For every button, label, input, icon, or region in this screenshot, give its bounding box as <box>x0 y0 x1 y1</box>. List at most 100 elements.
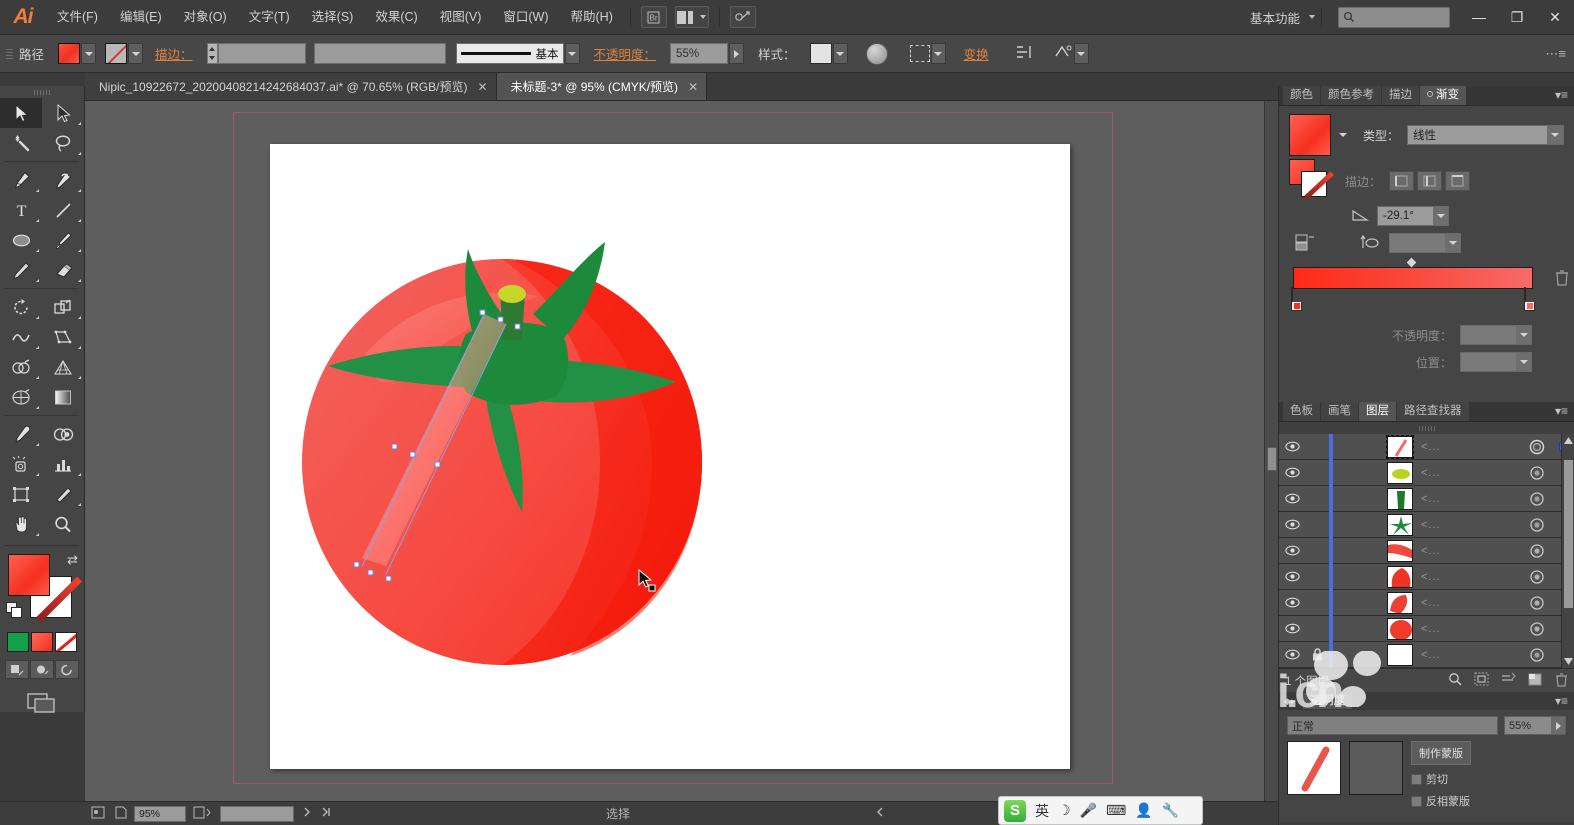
gradient-ramp[interactable] <box>1293 267 1533 289</box>
canvas-vertical-scrollbar[interactable] <box>1264 101 1278 801</box>
fill-stroke-gradient-toggle[interactable] <box>1289 159 1329 199</box>
stroke-swatch[interactable] <box>105 43 128 64</box>
opacity-dropdown[interactable] <box>729 43 745 64</box>
table-row[interactable]: <... <box>1279 459 1574 486</box>
document-tab-2[interactable]: 未标题-3* @ 95% (CMYK/预览) ✕ <box>496 73 708 100</box>
column-graph-tool[interactable] <box>42 449 84 479</box>
ellipse-tool[interactable] <box>0 225 42 255</box>
draw-inside-icon[interactable] <box>55 660 79 679</box>
make-mask-button[interactable]: 制作蒙版 <box>1411 741 1471 765</box>
visibility-icon[interactable] <box>1279 519 1305 530</box>
layer-name[interactable]: <... <box>1421 649 1522 661</box>
menu-effect[interactable]: 效果(C) <box>364 0 428 35</box>
panel-menu-icon[interactable]: ▾≡ <box>1555 693 1568 709</box>
chevron-right-icon[interactable] <box>1551 717 1565 734</box>
rotate-tool[interactable] <box>0 292 42 322</box>
visibility-icon[interactable] <box>1279 441 1305 452</box>
tab-swatches[interactable]: 色板 <box>1283 402 1320 421</box>
style-dropdown[interactable] <box>832 43 848 64</box>
menu-view[interactable]: 视图(V) <box>429 0 493 35</box>
control-bar-grip[interactable] <box>6 42 15 66</box>
type-tool[interactable]: T <box>0 195 42 225</box>
gradient-aspect-field[interactable] <box>1389 233 1461 253</box>
target-icon[interactable] <box>1522 491 1552 507</box>
chevron-down-icon[interactable] <box>1445 234 1460 252</box>
magic-wand-tool[interactable] <box>0 128 42 158</box>
table-row[interactable]: <... <box>1279 511 1574 538</box>
tab-gradient[interactable]: 渐变 <box>1420 86 1466 105</box>
arrange-documents-icon[interactable] <box>674 6 709 28</box>
shaper-tool[interactable] <box>0 255 42 285</box>
scale-tool[interactable] <box>42 292 84 322</box>
stroke-weight-field[interactable] <box>217 43 306 64</box>
recolor-artwork-icon[interactable] <box>865 42 888 65</box>
menu-type[interactable]: 文字(T) <box>238 0 301 35</box>
target-icon[interactable] <box>1522 543 1552 559</box>
artboard-nav-icons[interactable] <box>193 806 213 822</box>
table-row[interactable]: <... <box>1279 641 1574 668</box>
scroll-down-icon[interactable] <box>1562 655 1574 668</box>
hand-tool[interactable] <box>0 509 42 539</box>
tab-brushes[interactable]: 画笔 <box>1321 402 1358 421</box>
gradient-tool[interactable] <box>42 382 84 412</box>
gradient-angle-field[interactable]: -29.1° <box>1377 206 1449 226</box>
selection-tool[interactable] <box>0 98 42 128</box>
brush-definition-field[interactable]: 基本 <box>455 43 564 64</box>
layers-scrollbar[interactable] <box>1561 434 1574 668</box>
menu-file[interactable]: 文件(F) <box>46 0 109 35</box>
table-row[interactable]: <... <box>1279 615 1574 642</box>
opacity-label[interactable]: 不透明度： <box>594 44 657 63</box>
layer-name[interactable]: <... <box>1421 545 1522 557</box>
reverse-gradient-icon[interactable] <box>1289 233 1323 253</box>
layer-name[interactable]: <... <box>1421 519 1522 531</box>
visibility-icon[interactable] <box>1279 545 1305 556</box>
close-icon[interactable]: ✕ <box>477 80 487 94</box>
swap-fill-stroke-icon[interactable]: ⇄ <box>67 552 78 568</box>
visibility-icon[interactable] <box>1279 623 1305 634</box>
gradient-stop-end[interactable] <box>1524 287 1535 311</box>
menu-object[interactable]: 对象(O) <box>173 0 238 35</box>
tab-pathfinder[interactable]: 路径查找器 <box>1397 402 1469 421</box>
delete-layer-icon[interactable] <box>1555 672 1568 690</box>
eyedropper-tool[interactable] <box>0 419 42 449</box>
mask-thumbnail[interactable] <box>1349 741 1403 795</box>
chevron-down-icon[interactable] <box>1516 326 1531 344</box>
color-mode-solid[interactable] <box>7 632 29 652</box>
last-page-icon[interactable] <box>320 806 332 821</box>
draw-normal-icon[interactable] <box>5 660 29 679</box>
sogou-logo-icon[interactable]: S <box>1004 799 1026 822</box>
prev-page-icon[interactable] <box>113 806 127 822</box>
visibility-icon[interactable] <box>1279 649 1305 660</box>
target-icon[interactable] <box>1522 569 1552 585</box>
user-icon[interactable]: 👤 <box>1135 802 1152 819</box>
stroke-across-icon[interactable] <box>1445 171 1470 191</box>
workspace-chevron-down-icon[interactable] <box>1309 15 1315 19</box>
visibility-icon[interactable] <box>1279 571 1305 582</box>
artboard-number-field[interactable] <box>220 805 294 822</box>
free-transform-tool[interactable] <box>42 322 84 352</box>
transform-link[interactable]: 变换 <box>964 44 989 63</box>
pen-tool[interactable] <box>0 165 42 195</box>
tab-layers[interactable]: 图层 <box>1359 402 1396 421</box>
moon-icon[interactable]: ☽ <box>1058 802 1071 819</box>
tab-color-guide[interactable]: 颜色参考 <box>1321 86 1381 105</box>
minimize-button[interactable]: — <box>1460 0 1498 35</box>
tab-color[interactable]: 颜色 <box>1283 86 1320 105</box>
clip-checkbox-row[interactable]: 剪切 <box>1411 771 1471 787</box>
draw-behind-icon[interactable] <box>30 660 54 679</box>
document-tab-1[interactable]: Nipic_10922672_20200408214242684037.ai* … <box>85 73 497 100</box>
layer-name[interactable]: <... <box>1421 571 1522 583</box>
align-icon[interactable] <box>1015 44 1035 63</box>
make-clipping-mask-icon[interactable] <box>1474 672 1489 689</box>
scrollbar-thumb[interactable] <box>1267 447 1277 471</box>
stroke-along-icon[interactable] <box>1417 171 1442 191</box>
fill-dropdown[interactable] <box>81 43 97 64</box>
table-row[interactable]: <... <box>1279 563 1574 590</box>
table-row[interactable]: <... <box>1279 433 1574 460</box>
table-row[interactable]: <... <box>1279 537 1574 564</box>
menu-help[interactable]: 帮助(H) <box>560 0 624 35</box>
keyboard-icon[interactable]: ⌨ <box>1106 802 1126 819</box>
tools-panel-grip[interactable] <box>0 86 84 98</box>
bridge-icon[interactable]: Br <box>640 6 667 28</box>
tomato-illustration[interactable] <box>270 144 1070 769</box>
